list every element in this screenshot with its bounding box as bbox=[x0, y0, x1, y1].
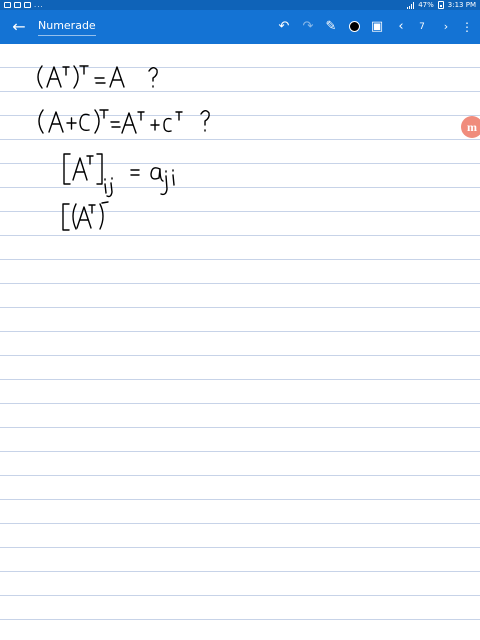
previous-page-icon[interactable]: ‹ bbox=[392, 18, 410, 36]
handwriting-ink bbox=[37, 65, 210, 231]
ink-line-transpose-of-transpose bbox=[37, 65, 158, 89]
app-toolbar: ← Numerade ↶ ↷ ✎ ▣ ‹ 7 › ⋮ bbox=[0, 10, 480, 44]
notes-notification-icon bbox=[14, 2, 21, 8]
battery-icon bbox=[437, 1, 444, 9]
clock: 3:13 PM bbox=[447, 1, 476, 9]
undo-icon[interactable]: ↶ bbox=[275, 18, 293, 36]
checkbox-notification-icon bbox=[24, 2, 31, 8]
back-arrow-icon[interactable]: ← bbox=[9, 17, 29, 37]
more-notifications-icon: ... bbox=[34, 1, 44, 9]
signal-icon bbox=[407, 1, 415, 9]
page-number: 7 bbox=[419, 22, 425, 32]
document-title[interactable]: Numerade bbox=[38, 18, 96, 36]
battery-percent: 47% bbox=[418, 1, 434, 9]
color-picker-button[interactable] bbox=[345, 18, 363, 36]
ink-line-incomplete-expression bbox=[62, 201, 109, 231]
insert-image-icon[interactable]: ▣ bbox=[368, 18, 386, 36]
redo-icon[interactable]: ↷ bbox=[299, 18, 317, 36]
lined-notebook-canvas[interactable]: m bbox=[0, 44, 480, 640]
ink-line-transpose-of-sum bbox=[38, 109, 210, 134]
color-swatch-icon bbox=[348, 21, 360, 32]
more-options-icon[interactable]: ⋮ bbox=[458, 18, 476, 36]
gallery-notification-icon bbox=[4, 2, 11, 8]
numerade-logo-badge[interactable]: m bbox=[461, 116, 480, 138]
ink-line-entry-definition bbox=[63, 153, 175, 198]
pen-icon[interactable]: ✎ bbox=[322, 18, 340, 36]
next-page-add-icon[interactable]: › bbox=[437, 18, 455, 36]
status-bar: ... 47% 3:13 PM bbox=[0, 0, 480, 10]
